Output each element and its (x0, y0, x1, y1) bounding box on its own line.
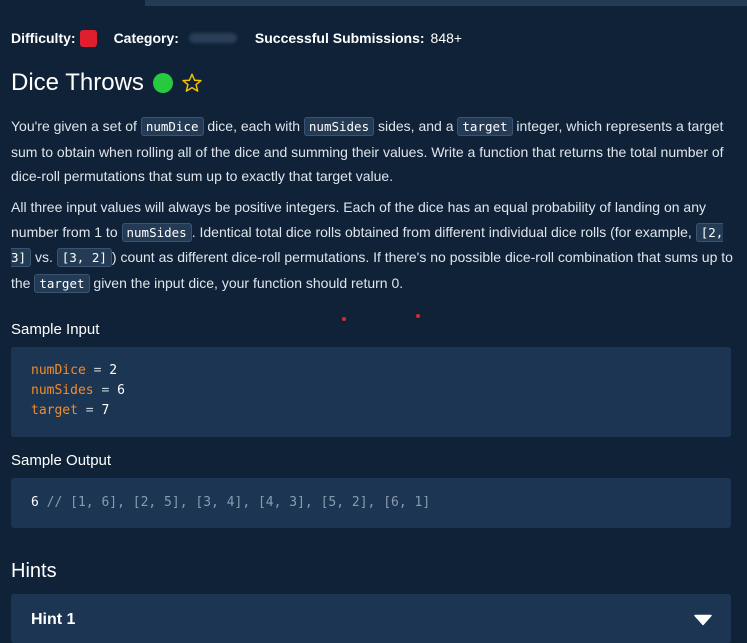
inline-code: numSides (121, 222, 192, 242)
description-paragraph-2: All three input values will always be po… (11, 195, 733, 296)
code-line: numSides = 6 (31, 383, 125, 398)
chevron-down-icon[interactable] (694, 614, 712, 626)
variable-name: target (31, 403, 78, 418)
code-line: 6 // [1, 6], [2, 5], [3, 4], [4, 3], [5,… (31, 495, 430, 510)
completed-status-icon (152, 73, 173, 93)
inline-code: numDice (140, 117, 204, 136)
submissions-count: 848+ (430, 30, 463, 46)
variable-name: numSides (31, 383, 94, 398)
inline-code: numSides (303, 117, 375, 136)
question-title-row: Dice Throws (11, 66, 203, 100)
category-label: Category: (113, 30, 179, 46)
code-line: numDice = 2 (31, 363, 117, 378)
text: . Identical total dice rolls obtained fr… (191, 223, 696, 240)
inline-code: target (457, 117, 513, 136)
value: 7 (101, 403, 110, 418)
question-meta: Difficulty: Category: Successful Submiss… (11, 28, 462, 48)
inline-code: target (34, 273, 90, 293)
top-nav-segment (145, 0, 747, 6)
star-icon[interactable] (181, 72, 203, 94)
variable-name: numDice (31, 363, 86, 378)
operator: = (85, 363, 110, 378)
submissions-label: Successful Submissions: (254, 30, 425, 46)
page-title: Dice Throws (11, 69, 144, 96)
operator: = (77, 403, 102, 418)
description-paragraph-1: You're given a set of numDice dice, each… (11, 114, 733, 189)
value: 6 (117, 383, 125, 398)
text: You're given a set of (11, 118, 141, 134)
marker-dot (416, 314, 420, 318)
code-line: target = 7 (31, 403, 109, 418)
operator: = (93, 383, 118, 398)
output-value: 6 (31, 495, 39, 510)
top-nav-bar (0, 0, 747, 6)
text: sides, and a (374, 118, 458, 134)
marker-dot (342, 317, 346, 321)
inline-code: [3, 2] (56, 248, 112, 267)
text: given the input dice, your function shou… (89, 274, 404, 291)
value: 2 (109, 363, 118, 378)
hint-1-accordion[interactable]: Hint 1 (11, 594, 731, 643)
sample-input-code: numDice = 2 numSides = 6 target = 7 (11, 347, 731, 437)
text: vs. (31, 249, 57, 265)
hints-heading: Hints (11, 560, 57, 582)
text: dice, each with (203, 118, 304, 134)
difficulty-label: Difficulty: (11, 30, 76, 46)
code-comment: // [1, 6], [2, 5], [3, 4], [4, 3], [5, 2… (38, 495, 431, 510)
hint-label: Hint 1 (31, 611, 76, 628)
sample-output-code: 6 // [1, 6], [2, 5], [3, 4], [4, 3], [5,… (11, 478, 731, 528)
category-value-hidden (188, 33, 237, 43)
sample-input-heading: Sample Input (11, 321, 100, 338)
difficulty-indicator (79, 29, 97, 47)
sample-output-heading: Sample Output (11, 452, 112, 469)
